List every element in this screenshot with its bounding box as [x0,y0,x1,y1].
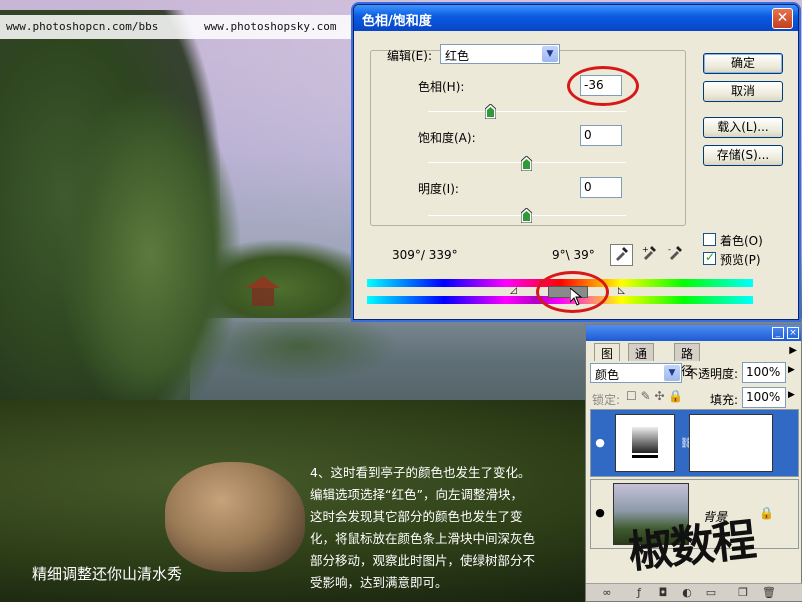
edit-select[interactable]: 红色 ▼ [440,44,560,64]
add-mask-icon[interactable]: ◘ [656,586,670,600]
saturation-input[interactable]: 0 [580,125,622,146]
note-line: 部分移动，观察此时图片，使绿树部分不 [310,553,536,568]
fill-arrow-icon[interactable]: ▶ [788,390,795,400]
url-right: www.photoshopsky.com [204,20,337,33]
lightness-label: 明度(I): [418,182,459,196]
calligraphy-signature: 椒数程 [626,514,757,579]
opacity-label: 不透明度: [686,367,739,381]
save-button[interactable]: 存储(S)... [703,145,783,166]
annotation-range-highlight [536,271,609,313]
link-layers-icon[interactable]: ∞ [600,586,614,600]
eye-icon[interactable]: ● [593,506,607,519]
cancel-button[interactable]: 取消 [703,81,783,102]
note-line: 这时会发现其它部分的颜色也发生了变 [310,509,523,524]
watermark-url-bar: www.photoshopcn.com/bbs www.photoshopsky… [0,15,354,39]
load-button[interactable]: 载入(L)... [703,117,783,138]
new-group-icon[interactable]: ▭ [704,586,718,600]
lock-icons[interactable]: ☐ ✎ ✣ 🔒 [626,389,683,403]
eye-icon[interactable]: ● [593,436,607,449]
adjustment-layer-icon[interactable]: ◐ [680,586,694,600]
preview-label: 预览(P) [720,253,761,267]
layer-mask-thumbnail [689,414,773,472]
range-left-degrees: 309°/ 339° [392,248,458,262]
eyedropper-plus-icon[interactable]: + [638,244,661,266]
lightness-slider-thumb[interactable] [521,208,532,223]
lightness-input[interactable]: 0 [580,177,622,198]
hue-slider-thumb[interactable] [485,104,496,119]
new-layer-icon[interactable]: ❐ [736,586,750,600]
tab-paths[interactable]: 路径 [674,343,701,378]
edit-label: 编辑(E): [387,49,432,63]
note-line: 编辑选项选择“红色”，向左调整滑块， [310,487,523,502]
dialog-titlebar[interactable]: 色相/饱和度 ✕ [354,5,798,31]
opacity-arrow-icon[interactable]: ▶ [788,365,795,375]
tab-channels[interactable]: 通道 [628,343,655,378]
note-line: 4、这时看到亭子的颜色也发生了变化。 [310,465,531,480]
rock [165,462,305,572]
range-right-degrees: 9°\ 39° [552,248,595,262]
fill-label: 填充: [710,393,739,407]
note-line: 受影响，达到满意即可。 [310,575,448,590]
chevron-down-icon: ▼ [542,46,558,62]
url-left: www.photoshopcn.com/bbs [6,20,159,33]
annotation-hue-highlight [567,66,639,106]
eyedropper-icon[interactable] [610,244,633,266]
lock-label: 锁定: [592,393,621,407]
minimize-icon[interactable]: _ [772,327,784,339]
colorize-label: 着色(O) [720,234,763,248]
note-line: 化，将鼠标放在颜色条上滑块中间深灰色 [310,531,536,546]
saturation-slider-thumb[interactable] [521,156,532,171]
pavilion [252,288,274,306]
caption: 精细调整还你山清水秀 [32,565,183,583]
edit-select-value: 红色 [445,49,470,63]
lock-icon: 🔒 [759,506,774,520]
svg-text:-: - [668,245,671,254]
colorize-checkbox[interactable] [703,233,716,246]
adjustment-layer-row[interactable]: ● ⛓ [590,409,799,477]
layers-titlebar[interactable]: _ × [586,325,801,341]
range-left-handle[interactable]: ◿ [510,286,517,296]
blend-mode-select[interactable]: 颜色 ▼ [590,363,682,383]
layer-style-icon[interactable]: ƒ [632,586,646,600]
eyedropper-minus-icon[interactable]: - [664,244,687,266]
tab-layers[interactable]: 图层 [594,343,621,378]
close-button[interactable]: ✕ [772,8,793,29]
preview-checkbox[interactable] [703,250,716,265]
adjustment-thumbnail [615,414,675,472]
layers-bottom-toolbar: ∞ ƒ ◘ ◐ ▭ ❐ 🗑 [586,583,802,601]
ok-button[interactable]: 确定 [703,53,783,74]
pine-tree-foliage [60,90,240,420]
opacity-input[interactable]: 100% [742,362,786,383]
dialog-title: 色相/饱和度 [362,14,432,29]
svg-text:+: + [642,245,649,254]
hue-slider-track[interactable] [428,111,626,112]
tutorial-note: 4、这时看到亭子的颜色也发生了变化。 编辑选项选择“红色”，向左调整滑块， 这时… [310,462,586,594]
saturation-label: 饱和度(A): [418,131,476,145]
hue-label: 色相(H): [418,80,465,94]
blend-mode-value: 颜色 [595,368,620,382]
chevron-down-icon: ▼ [664,365,680,381]
close-icon[interactable]: × [787,327,799,339]
panel-menu-icon[interactable]: ▶ [789,345,797,356]
trash-icon[interactable]: 🗑 [762,586,776,600]
range-right-handle[interactable]: ◺ [618,286,625,296]
fill-input[interactable]: 100% [742,387,786,408]
